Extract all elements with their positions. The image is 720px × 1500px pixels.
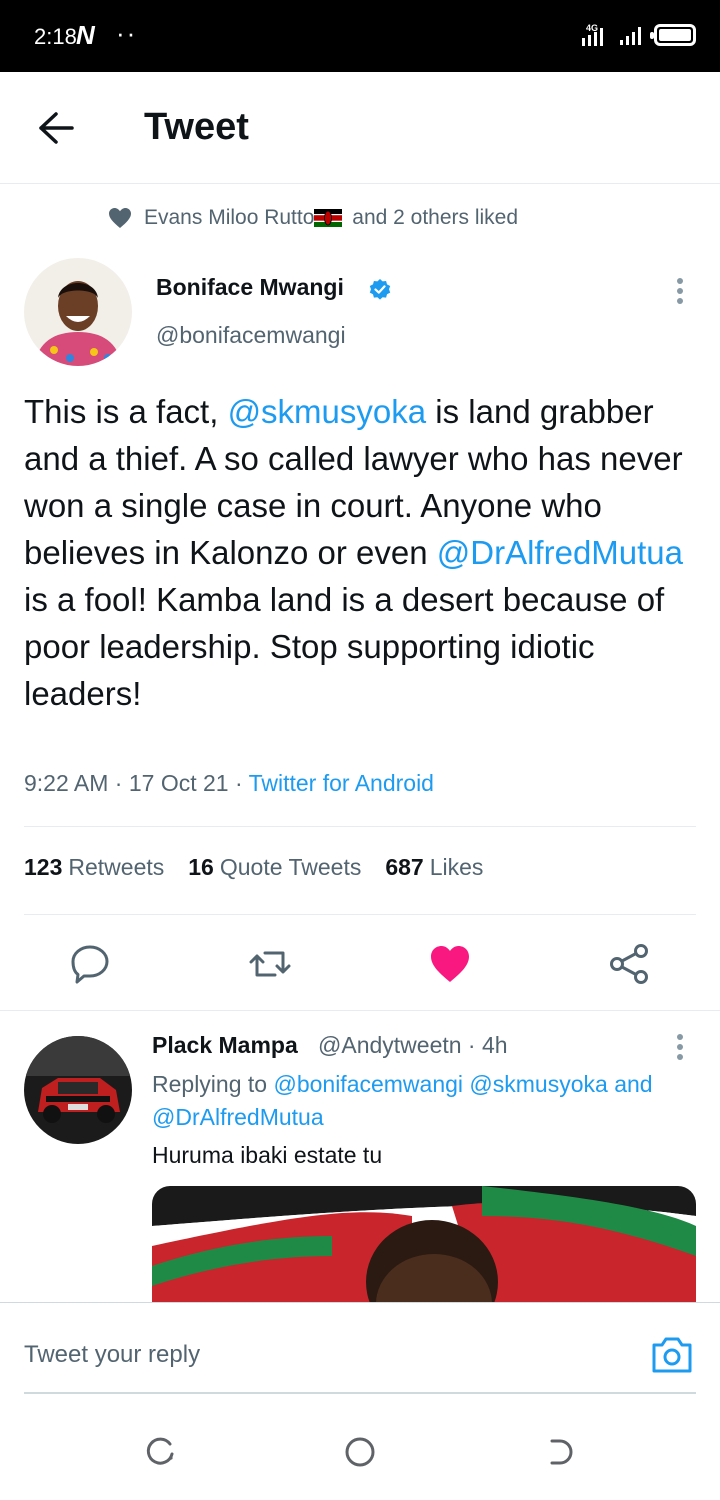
reply-input[interactable]: Tweet your reply [24,1341,200,1369]
svg-text:4G: 4G [586,23,598,33]
tweet-actions [0,930,720,1010]
app-header: Tweet [0,72,720,184]
reply-composer: Tweet your reply [0,1302,720,1394]
liker-name: Evans Miloo Rutto [144,206,315,229]
status-bar: 2:18 N ·· 4G [0,0,720,72]
signal-icon [620,27,641,45]
quote-tweets-stat[interactable]: 16 Quote Tweets [188,854,361,881]
mention-skmusyoka[interactable]: @skmusyoka [228,393,427,430]
author-handle[interactable]: @bonifacemwangi [156,322,346,349]
social-context[interactable]: Evans Miloo Rutto and 2 others liked [108,206,518,230]
notification-icon: N [76,20,95,50]
tweet-date: 17 Oct 21 [128,770,229,796]
likes-stat[interactable]: 687 Likes [385,854,483,881]
retweets-stat[interactable]: 123 Retweets [24,854,164,881]
replying-to: Replying to @bonifacemwangi @skmusyoka a… [152,1071,653,1130]
reply-author-name[interactable]: Plack Mampa [152,1032,298,1059]
home-button-icon[interactable] [344,1436,376,1468]
back-arrow-icon[interactable] [36,110,76,146]
camera-icon[interactable] [650,1333,694,1375]
heart-icon [109,208,131,228]
like-icon[interactable] [428,942,472,986]
tweet-meta: 9:22 AM · 17 Oct 21 · Twitter for Androi… [24,770,434,796]
kenya-flag-icon [314,209,343,228]
reply-icon[interactable] [68,942,112,986]
status-icons: 4G [580,22,696,48]
tweet-more-options-icon[interactable] [675,278,685,308]
reply-author-avatar[interactable] [24,1036,132,1144]
page-title: Tweet [144,106,249,148]
back-button-icon[interactable] [544,1436,576,1468]
reply-text: Huruma ibaki estate tu [152,1142,383,1168]
recents-button-icon[interactable] [144,1436,176,1468]
mention-dralfredmutua[interactable]: @DrAlfredMutua [152,1104,324,1130]
mention-dralfredmutua[interactable]: @DrAlfredMutua [437,534,683,571]
retweet-icon[interactable] [248,942,292,986]
4g-signal-icon: 4G [582,23,603,46]
mention-bonifacemwangi[interactable]: @bonifacemwangi [273,1071,463,1097]
mention-skmusyoka[interactable]: @skmusyoka [469,1071,607,1097]
author-name[interactable]: Boniface Mwangi [156,274,344,301]
liked-suffix: and 2 others liked [352,206,519,229]
share-icon[interactable] [608,942,652,986]
tweet-stats: 123 Retweets 16 Quote Tweets 687 Likes [24,854,483,881]
reply-more-options-icon[interactable] [675,1034,685,1064]
verified-badge-icon [369,279,391,300]
battery-icon [650,24,696,46]
tweet-time: 9:22 AM [24,770,109,796]
more-notifications-icon: ·· [116,18,138,48]
tweet-text: This is a fact, @skmusyoka is land grabb… [24,393,684,712]
section-divider [0,1010,720,1011]
reply-media-image[interactable] [152,1186,696,1302]
composer-underline [24,1392,696,1394]
reply-author-handle[interactable]: @Andytweetn · 4h [318,1032,508,1059]
tweet-source[interactable]: Twitter for Android [249,770,434,796]
author-avatar[interactable] [24,258,132,366]
divider [24,914,696,915]
status-time: 2:18 [34,24,77,49]
divider [24,826,696,827]
